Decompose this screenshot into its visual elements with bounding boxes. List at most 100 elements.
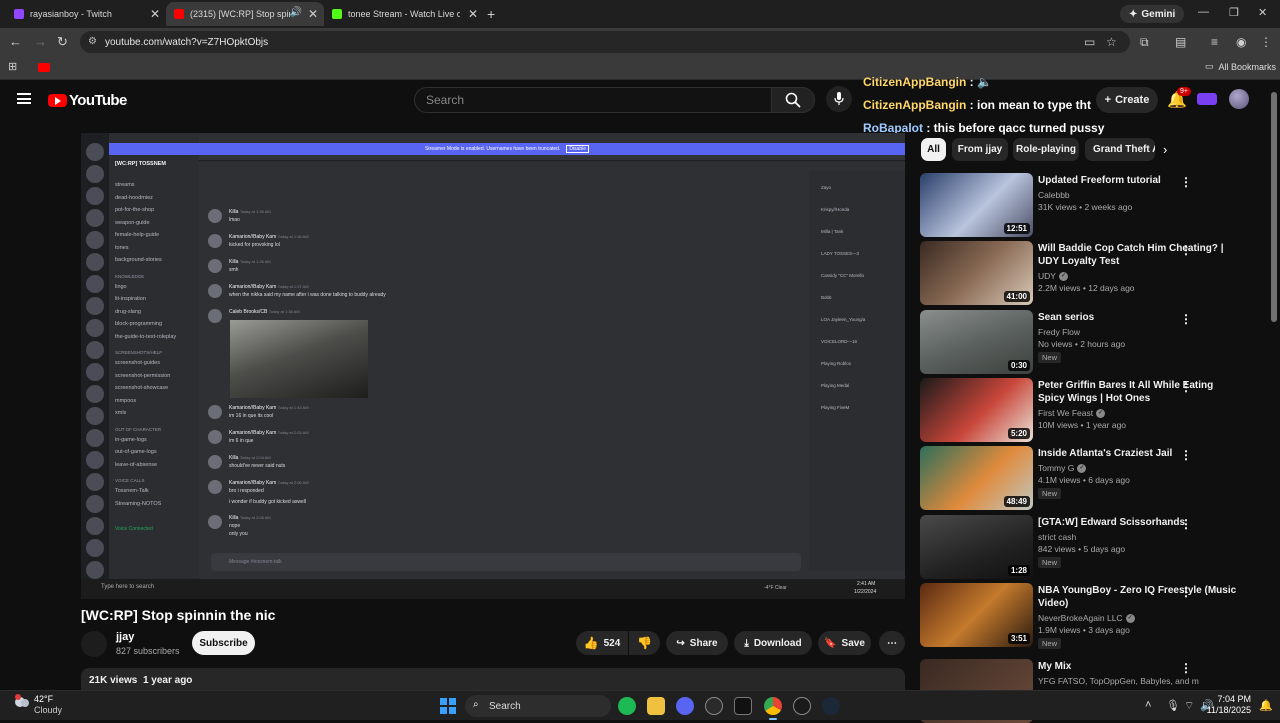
page-scrollbar[interactable] (1271, 92, 1277, 322)
recommended-channel[interactable]: Tommy G ✓ (1038, 463, 1087, 474)
recommended-video[interactable]: 41:00 Will Baddie Cop Catch Him Cheating?… (920, 241, 1270, 305)
cast-icon[interactable]: ▭ (1084, 35, 1095, 49)
close-window-icon[interactable]: ✕ (1258, 6, 1267, 19)
microphone-tray-icon[interactable]: 🎙 (1166, 699, 1180, 712)
close-tab-icon[interactable]: ✕ (150, 7, 160, 21)
tray-chevron-icon[interactable]: ˄ (1145, 699, 1151, 711)
steam-icon[interactable] (822, 697, 840, 715)
recommended-title[interactable]: My Mix (1038, 660, 1238, 673)
close-tab-icon[interactable]: ✕ (308, 7, 318, 21)
new-tab-icon[interactable]: + (487, 6, 495, 22)
spotify-icon[interactable] (618, 697, 636, 715)
more-options-icon[interactable]: ⋮ (1180, 380, 1192, 394)
notification-center-icon[interactable]: 🔔 (1259, 699, 1273, 712)
back-icon[interactable]: ← (9, 34, 22, 49)
hamburger-menu-icon[interactable] (17, 93, 31, 104)
chip-role-playing[interactable]: Role-playing (1013, 138, 1079, 161)
channel-avatar[interactable] (81, 631, 107, 657)
youtube-bookmark-icon[interactable] (38, 63, 50, 72)
bookmark-star-icon[interactable]: ☆ (1106, 35, 1117, 49)
site-info-icon[interactable]: ⚙ (88, 36, 97, 47)
recommended-title[interactable]: Inside Atlanta's Craziest Jail (1038, 447, 1238, 460)
media-icon[interactable]: ≡ (1211, 35, 1218, 49)
save-button[interactable]: 🔖 Save (818, 631, 871, 655)
extensions-icon[interactable]: ⧉ (1140, 35, 1149, 50)
video-player[interactable]: # tossnem-talk Streamer Mode is enabled.… (81, 133, 905, 599)
recommended-channel[interactable]: NeverBrokeAgain LLC ✓ (1038, 613, 1135, 624)
download-button[interactable]: ⤓ Download (734, 631, 812, 655)
recommended-channel[interactable]: Calebbb (1038, 190, 1070, 200)
recommended-title[interactable]: Peter Griffin Bares It All While Eating … (1038, 379, 1238, 405)
recommended-video[interactable]: 0:30 Sean serios Fredy Flow No views • 2 ho… (920, 310, 1270, 374)
minimize-icon[interactable]: — (1198, 6, 1209, 18)
voice-search-button[interactable] (826, 86, 852, 112)
chrome-icon[interactable] (764, 697, 782, 720)
subscribe-button[interactable]: Subscribe (192, 631, 255, 655)
more-options-icon[interactable]: ⋮ (1180, 517, 1192, 531)
recommended-title[interactable]: [GTA:W] Edward Scissorhands (1038, 516, 1238, 529)
recommended-channel[interactable]: UDY ✓ (1038, 271, 1068, 282)
forward-icon[interactable]: → (34, 34, 47, 49)
twitch-extension-icon[interactable] (1197, 93, 1217, 105)
recommended-video[interactable]: 12:51 Updated Freeform tutorial Calebbb 31K… (920, 173, 1270, 237)
recommended-title[interactable]: Updated Freeform tutorial (1038, 174, 1238, 187)
recommended-title[interactable]: Sean serios (1038, 311, 1238, 324)
video-thumbnail[interactable]: 12:51 (920, 173, 1033, 237)
video-thumbnail[interactable]: 48:49 (920, 446, 1033, 510)
more-options-icon[interactable]: ⋮ (1180, 661, 1192, 675)
video-thumbnail[interactable]: 0:30 (920, 310, 1033, 374)
chip-all[interactable]: All (921, 138, 946, 161)
like-button[interactable]: 👍 524 (576, 631, 628, 655)
dislike-button[interactable]: 👎 (629, 631, 660, 655)
share-button[interactable]: ↪ Share (666, 631, 728, 655)
audio-playing-icon[interactable]: 🔊 (290, 7, 302, 18)
tab-youtube[interactable]: (2315) [WC:RP] Stop spinnin 🔊 ✕ (166, 2, 324, 26)
gemini-button[interactable]: ✦ Gemini (1120, 5, 1185, 23)
search-input[interactable]: Search (414, 87, 771, 113)
video-thumbnail[interactable]: 1:28 (920, 515, 1033, 579)
video-thumbnail[interactable]: 5:20 (920, 378, 1033, 442)
tab-kick[interactable]: tonee Stream - Watch Live on K ✕ (324, 2, 484, 26)
recommended-channel[interactable]: First We Feast ✓ (1038, 408, 1106, 419)
recommended-video[interactable]: 5:20 Peter Griffin Bares It All While Eat… (920, 378, 1270, 442)
app-icon[interactable] (705, 697, 723, 715)
more-options-icon[interactable]: ⋮ (1180, 175, 1192, 189)
account-avatar[interactable] (1229, 89, 1249, 109)
wifi-icon[interactable]: ⌔ (1184, 699, 1194, 713)
recommended-title[interactable]: NBA YoungBoy - Zero IQ Freestyle (Music … (1038, 584, 1238, 610)
close-tab-icon[interactable]: ✕ (468, 7, 478, 21)
recommended-channel[interactable]: YFG FATSO, TopOppGen, Babyles, and m (1038, 676, 1199, 686)
recommended-video[interactable]: 3:51 NBA YoungBoy - Zero IQ Freestyle (Mu… (920, 583, 1270, 649)
tab-twitch[interactable]: rayasianboy - Twitch ✕ (6, 2, 166, 26)
address-bar[interactable]: ⚙ youtube.com/watch?v=Z7HOpktObjs (80, 31, 1130, 53)
chip-from-channel[interactable]: From jjay (952, 138, 1008, 161)
youtube-logo[interactable]: YouTube (48, 92, 127, 109)
more-actions-button[interactable]: ⋯ (879, 631, 905, 655)
recommended-channel[interactable]: Fredy Flow (1038, 327, 1080, 337)
reload-icon[interactable]: ↻ (57, 34, 68, 50)
search-button[interactable] (771, 87, 815, 113)
video-thumbnail[interactable]: 3:51 (920, 583, 1033, 647)
taskbar-search-box[interactable]: ⌕ Search (465, 695, 611, 717)
video-thumbnail[interactable]: 41:00 (920, 241, 1033, 305)
split-view-icon[interactable]: ▤ (1175, 35, 1186, 49)
channel-name[interactable]: jjay (116, 631, 134, 643)
more-options-icon[interactable]: ⋮ (1180, 312, 1192, 326)
more-options-icon[interactable]: ⋮ (1180, 585, 1192, 599)
file-explorer-icon[interactable] (647, 697, 665, 715)
weather-cloudy-icon[interactable] (12, 693, 32, 713)
recommended-title[interactable]: Will Baddie Cop Catch Him Cheating? | UD… (1038, 242, 1238, 268)
chip-grand-theft[interactable]: Grand Theft A (1085, 138, 1155, 161)
more-options-icon[interactable]: ⋮ (1180, 243, 1192, 257)
all-bookmarks-button[interactable]: ▭ All Bookmarks (1205, 61, 1276, 72)
recommended-video[interactable]: 48:49 Inside Atlanta's Craziest Jail Tommy… (920, 446, 1270, 510)
epic-games-icon[interactable] (734, 697, 752, 715)
browser-menu-icon[interactable]: ⋮ (1260, 35, 1272, 49)
app-icon[interactable] (793, 697, 811, 715)
more-options-icon[interactable]: ⋮ (1180, 448, 1192, 462)
chevron-right-icon[interactable]: › (1163, 142, 1167, 157)
profile-icon[interactable]: ◉ (1236, 35, 1246, 49)
recommended-video[interactable]: 1:28 [GTA:W] Edward Scissorhands strict ca… (920, 515, 1270, 579)
maximize-icon[interactable]: ❐ (1229, 6, 1239, 19)
create-button[interactable]: + Create (1096, 87, 1158, 113)
